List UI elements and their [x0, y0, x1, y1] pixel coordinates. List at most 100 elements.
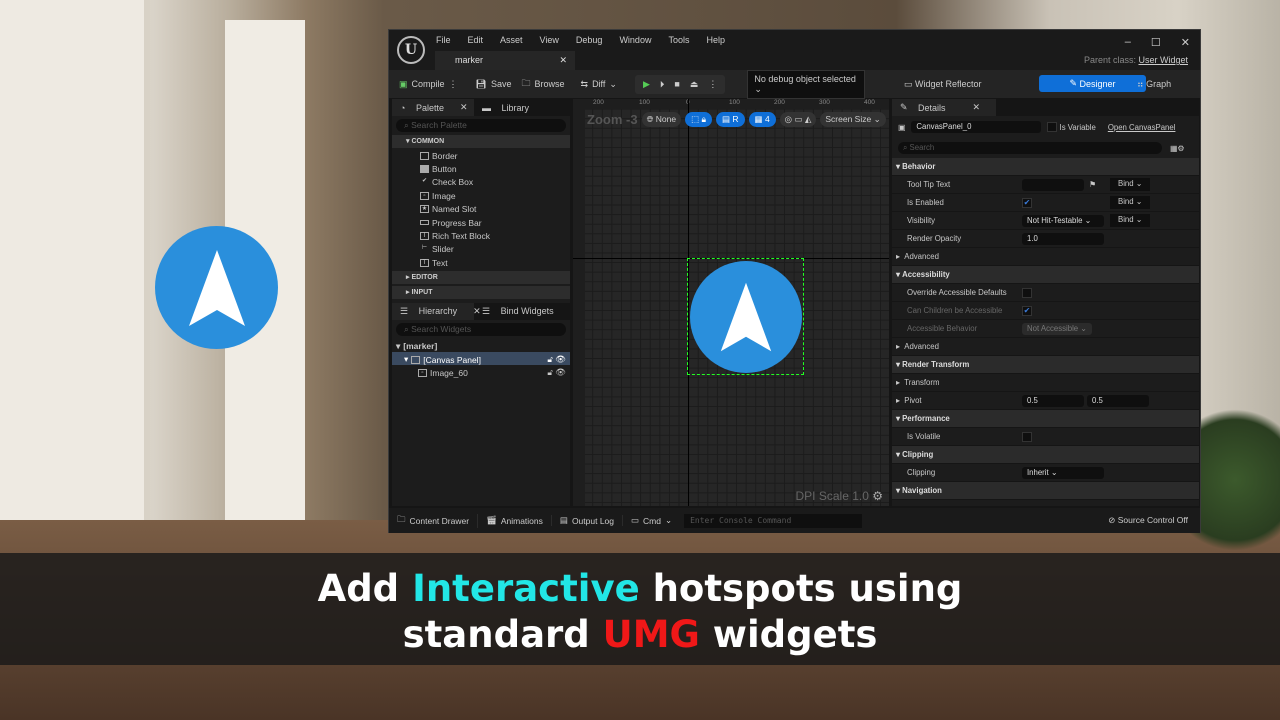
tab-hierarchy[interactable]: ☰ Hierarchy ✕	[392, 302, 481, 320]
menu-edit[interactable]: Edit	[468, 35, 484, 45]
bind-dropdown[interactable]: Bind ⌄	[1110, 178, 1151, 191]
stop-icon[interactable]: ■	[674, 79, 679, 90]
grid-snap-toggle[interactable]: ▦ 4	[748, 112, 776, 127]
section-behavior[interactable]: ▾ Behavior	[892, 158, 1199, 176]
open-canvaspanel-link[interactable]: Open CanvasPanel	[1108, 123, 1176, 132]
tab-marker[interactable]: marker ✕	[435, 51, 575, 70]
lock-eye-icons[interactable]: 🔓︎ 👁︎	[547, 354, 566, 365]
minimize-icon[interactable]: –	[1125, 36, 1131, 49]
tooltip-input[interactable]	[1022, 178, 1084, 191]
visibility-dropdown[interactable]: Not Hit-Testable ⌄	[1022, 214, 1104, 227]
menu-window[interactable]: Window	[619, 35, 651, 45]
is-enabled-checkbox[interactable]: ✔	[1022, 197, 1032, 208]
palette-item-named-slot[interactable]: ★ Named Slot	[392, 202, 570, 215]
table-view-icon[interactable]: ▦	[1170, 144, 1177, 153]
lock-toggle[interactable]: ⬚ 🔒︎	[685, 112, 712, 127]
render-opacity-input[interactable]: 1.0	[1022, 232, 1104, 245]
progress-bar-icon	[420, 220, 429, 226]
palette-item-button[interactable]: Button	[392, 161, 570, 174]
pivot-y-input[interactable]: 0.5	[1087, 394, 1149, 407]
tree-item-canvas-panel[interactable]: ▾ [Canvas Panel] 🔓︎ 👁︎	[392, 351, 570, 366]
section-render-transform[interactable]: ▾ Render Transform	[892, 356, 1199, 374]
lock-eye-icons[interactable]: 🔓︎ 👁︎	[547, 367, 566, 378]
palette-item-text[interactable]: T Text	[392, 255, 570, 268]
palette-item-progress-bar[interactable]: Progress Bar	[392, 215, 570, 228]
unreal-logo-icon[interactable]: U	[397, 36, 425, 64]
designer-canvas[interactable]: 200 100 0 100 200 300 400 Zoom -3 🌐︎ Non…	[573, 99, 889, 506]
diff-button[interactable]: ⇆ Diff ⌄	[581, 79, 617, 90]
menu-view[interactable]: View	[540, 35, 559, 45]
output-log-button[interactable]: ▤ Output Log	[552, 515, 623, 526]
pivot-x-input[interactable]: 0.5	[1022, 394, 1084, 407]
graph-button[interactable]: ⠶ Graph	[1137, 79, 1171, 90]
save-icon: 💾︎	[475, 78, 487, 89]
widget-reflector-button[interactable]: ▭ Widget Reflector	[904, 79, 982, 90]
search-palette-input[interactable]: ⌕ Search Palette	[396, 119, 566, 132]
debug-object-dropdown[interactable]: No debug object selected ⌄	[747, 69, 866, 99]
transform-expander[interactable]: ▸ Transform	[892, 374, 1199, 392]
advanced-expander[interactable]: ▸ Advanced	[892, 338, 1199, 356]
compile-button[interactable]: ▣ Compile ⋮	[399, 79, 458, 90]
clipping-dropdown[interactable]: Inherit ⌄	[1022, 466, 1104, 479]
bind-dropdown[interactable]: Bind ⌄	[1110, 214, 1151, 227]
menu-file[interactable]: File	[436, 35, 451, 45]
category-common[interactable]: ▾ COMMON	[392, 135, 570, 148]
close-icon[interactable]: ✕	[452, 102, 476, 113]
palette-item-slider[interactable]: ⊢ Slider	[392, 242, 570, 255]
designer-button[interactable]: ✎ Designer	[1039, 75, 1146, 92]
section-performance[interactable]: ▾ Performance	[892, 410, 1199, 428]
menu-help[interactable]: Help	[706, 35, 725, 45]
more-icon[interactable]: ⋮	[708, 79, 717, 90]
section-accessibility[interactable]: ▾ Accessibility	[892, 266, 1199, 284]
play-icon[interactable]: ▶	[643, 79, 650, 90]
menu-tools[interactable]: Tools	[668, 35, 689, 45]
preview-icons[interactable]: ◎ ▭ ◭	[779, 112, 817, 127]
gear-icon[interactable]: ⚙	[872, 489, 883, 503]
tree-item-marker[interactable]: ▾ [marker]	[392, 339, 570, 352]
close-icon[interactable]: ✕	[964, 102, 988, 113]
menu-asset[interactable]: Asset	[500, 35, 523, 45]
selected-widget-image[interactable]	[687, 258, 804, 375]
eject-icon[interactable]: ⏏	[690, 79, 699, 90]
localization-dropdown[interactable]: 🌐︎ None	[641, 112, 682, 127]
is-variable-checkbox[interactable]	[1047, 122, 1058, 132]
step-icon[interactable]: ⏵	[660, 79, 665, 90]
menu-debug[interactable]: Debug	[576, 35, 603, 45]
maximize-icon[interactable]: ☐	[1151, 36, 1161, 49]
palette-item-image[interactable]: ▫ Image	[392, 188, 570, 201]
category-input[interactable]: ▸ INPUT	[392, 285, 570, 299]
content-drawer-button[interactable]: 🗀 Content Drawer	[389, 513, 479, 528]
source-control-button[interactable]: ⊘ Source Control Off	[1108, 515, 1188, 526]
search-widgets-input[interactable]: ⌕ Search Widgets	[396, 322, 566, 336]
category-editor[interactable]: ▸ EDITOR	[392, 270, 570, 284]
section-clipping[interactable]: ▾ Clipping	[892, 446, 1199, 464]
close-tab-icon[interactable]: ✕	[559, 55, 567, 66]
tab-library[interactable]: ▬ Library	[474, 103, 545, 113]
palette-item-check-box[interactable]: ✔ Check Box	[392, 175, 570, 188]
tab-details[interactable]: ✎ Details ✕	[892, 99, 996, 116]
cmd-dropdown[interactable]: ▭ Cmd ⌄	[623, 515, 680, 526]
palette-item-rich-text-block[interactable]: I Rich Text Block	[392, 228, 570, 241]
respect-locks-toggle[interactable]: ▤ R	[715, 112, 745, 127]
is-volatile-checkbox[interactable]	[1022, 431, 1032, 442]
details-search-input[interactable]: ⌕ Search	[898, 142, 1162, 154]
advanced-expander[interactable]: ▸ Advanced	[892, 248, 1199, 266]
screen-size-dropdown[interactable]: Screen Size ⌄	[820, 112, 886, 127]
browse-button[interactable]: 🗀 Browse	[521, 76, 564, 92]
more-icon[interactable]: ⋮	[449, 79, 458, 90]
palette-item-border[interactable]: Border	[392, 148, 570, 161]
console-input[interactable]: Enter Console Command	[684, 513, 863, 528]
bind-dropdown[interactable]: Bind ⌄	[1110, 196, 1151, 209]
tree-item-image[interactable]: ▫ Image_60 🔓︎ 👁︎	[392, 365, 570, 378]
widget-name-input[interactable]: CanvasPanel_0	[911, 121, 1042, 133]
tab-bind-widgets[interactable]: ☰ Bind Widgets	[474, 306, 570, 317]
close-icon[interactable]: ✕	[1181, 36, 1190, 49]
save-button[interactable]: 💾︎ Save	[476, 79, 512, 90]
tab-palette[interactable]: ◔ Palette ✕	[392, 99, 474, 116]
flag-icon[interactable]: ⚑	[1089, 180, 1096, 189]
settings-icon[interactable]: ⚙	[1177, 144, 1184, 153]
animations-button[interactable]: 🎬︎ Animations	[478, 515, 552, 526]
section-navigation[interactable]: ▾ Navigation	[892, 482, 1199, 500]
parent-class-link[interactable]: User Widget	[1138, 55, 1188, 65]
override-checkbox[interactable]	[1022, 287, 1032, 298]
